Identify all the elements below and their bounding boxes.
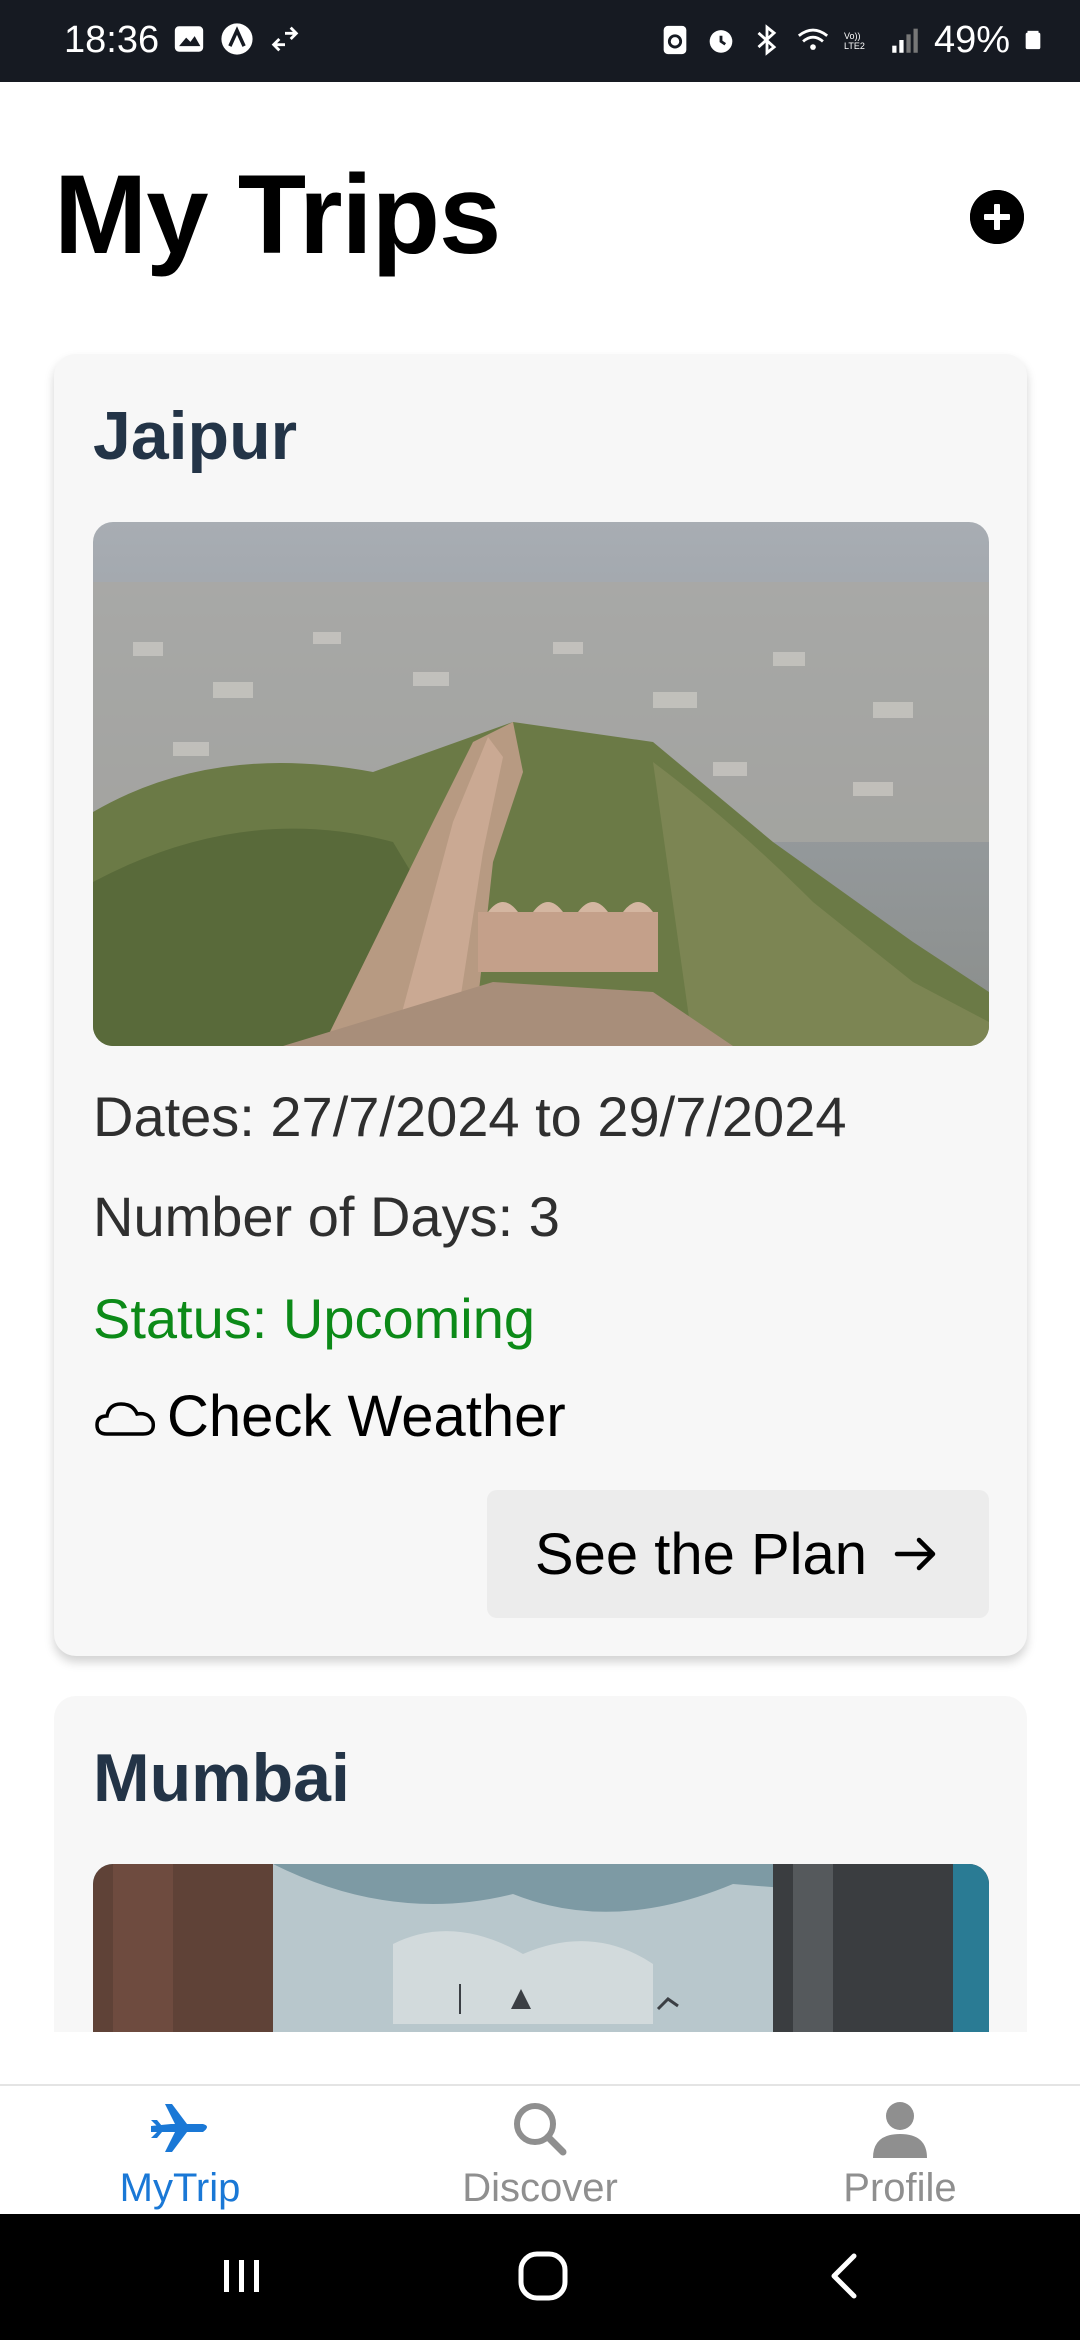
home-icon[interactable] — [513, 2246, 573, 2306]
bluetooth-icon — [757, 24, 777, 56]
trip-card: Mumbai — [54, 1696, 1027, 2032]
trip-city-title: Jaipur — [93, 398, 298, 474]
trip-dates: Dates: 27/7/2024 to 29/7/2024 — [93, 1085, 847, 1148]
nav-tab-discover[interactable]: Discover — [390, 2086, 690, 2216]
nav-tab-mytrip[interactable]: MyTrip — [30, 2086, 330, 2216]
battery-percent: 49% — [933, 19, 1010, 61]
check-weather-label: Check Weather — [167, 1384, 566, 1449]
system-status-icons: Vo)) LTE2 49% — [658, 14, 1044, 66]
add-trip-button[interactable] — [970, 190, 1024, 244]
plus-circle-icon — [970, 190, 1024, 244]
check-weather-link[interactable]: Check Weather — [93, 1384, 566, 1450]
nav-label-discover: Discover — [462, 2166, 618, 2210]
app-notification-icon — [221, 23, 253, 55]
person-icon — [873, 2102, 927, 2158]
alarm-icon — [709, 30, 733, 53]
see-plan-button[interactable]: See the Plan — [487, 1490, 989, 1618]
trip-card: Jaipur Dates: 27/7/2024 to 29/7/2024 Num… — [54, 354, 1027, 1656]
trip-image — [93, 1864, 989, 2032]
recycle-icon — [663, 25, 687, 55]
status-bar: 18:36 Vo)) LTE2 49% — [0, 0, 1080, 82]
trip-list[interactable]: Jaipur Dates: 27/7/2024 to 29/7/2024 Num… — [0, 350, 1080, 2032]
recent-apps-icon[interactable] — [212, 2246, 272, 2306]
svg-text:Vo)): Vo)) — [844, 31, 861, 41]
notification-icons — [172, 22, 302, 56]
see-plan-label: See the Plan — [534, 1521, 868, 1587]
trip-days: Number of Days: 3 — [93, 1185, 560, 1248]
back-icon[interactable] — [816, 2246, 876, 2306]
nav-label-profile: Profile — [843, 2166, 957, 2210]
trip-status: Status: Upcoming — [93, 1287, 535, 1350]
page-title: My Trips — [54, 152, 501, 277]
trip-city-title: Mumbai — [93, 1740, 350, 1816]
gallery-icon — [174, 26, 204, 52]
system-navigation-bar — [0, 2214, 1080, 2340]
arrow-right-icon — [894, 1537, 936, 1571]
lte-icon: Vo))LTE2 — [844, 31, 865, 51]
svg-text:LTE2: LTE2 — [844, 41, 865, 51]
signal-icon — [892, 28, 918, 53]
nav-tab-profile[interactable]: Profile — [750, 2086, 1050, 2216]
wifi-icon — [797, 28, 828, 50]
airplane-icon — [151, 2104, 207, 2152]
search-icon — [514, 2103, 567, 2156]
status-time: 18:36 — [64, 19, 160, 61]
transfer-icon — [271, 26, 299, 52]
cloud-icon — [95, 1402, 156, 1436]
bottom-navigation: MyTrip Discover Profile — [0, 2084, 1080, 2216]
nav-label-mytrip: MyTrip — [119, 2166, 241, 2210]
trip-image — [93, 522, 989, 1046]
battery-icon — [1025, 30, 1041, 50]
